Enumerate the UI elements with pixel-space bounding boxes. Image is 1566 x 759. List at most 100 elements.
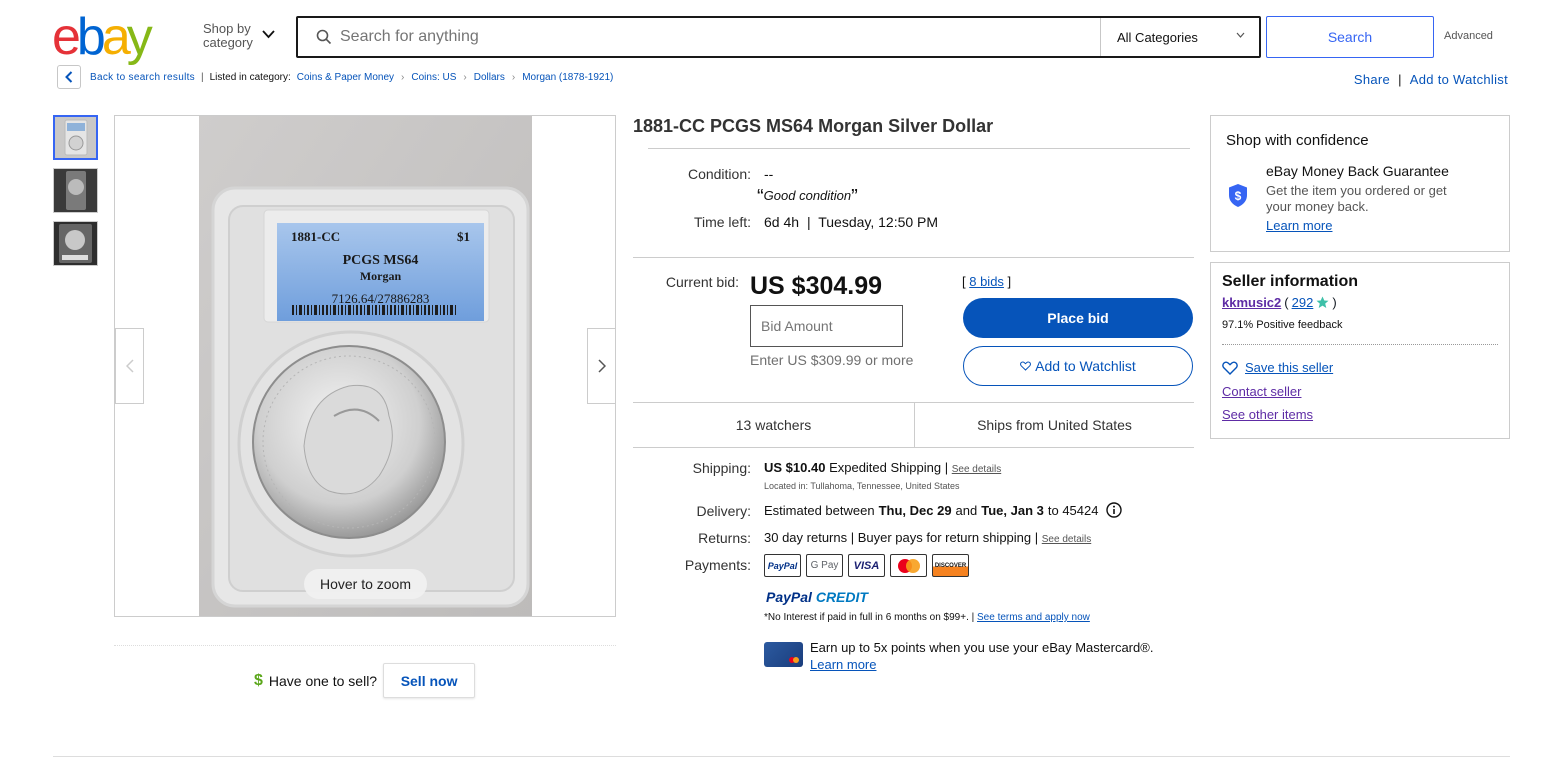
back-button[interactable] xyxy=(57,65,81,89)
mastercard-icon xyxy=(890,554,927,577)
divider xyxy=(1222,344,1498,345)
time-left-value: 6d 4h | Tuesday, 12:50 PM xyxy=(764,214,938,230)
ebay-logo[interactable]: ebay xyxy=(52,8,153,66)
chevron-right-icon: › xyxy=(463,72,467,83)
shop-by-line1: Shop by xyxy=(203,21,251,36)
see-other-items-link[interactable]: See other items xyxy=(1222,407,1313,422)
bids-count-link[interactable]: 8 bids xyxy=(969,274,1004,289)
returns-label: Returns: xyxy=(698,530,751,546)
chevron-right-icon xyxy=(597,359,606,373)
shipping-label: Shipping: xyxy=(692,460,751,476)
top-add-to-watchlist-link[interactable]: Add to Watchlist xyxy=(1410,72,1508,87)
delivery-zip: to 45424 xyxy=(1047,502,1099,518)
breadcrumb-separator: | xyxy=(200,72,204,83)
guarantee-text-line2: your money back. xyxy=(1266,199,1369,214)
watchers-count: 13 watchers xyxy=(735,417,812,433)
shipping-see-details-link[interactable]: See details xyxy=(952,464,1001,475)
search-button[interactable]: Search xyxy=(1266,16,1434,58)
see-terms-link[interactable]: See terms and apply now xyxy=(977,612,1090,623)
logo-letter-e: e xyxy=(52,8,81,66)
coin-slab-photo: 1881-CC $1 PCGS MS64 Morgan 7126.64/2788… xyxy=(199,116,532,616)
sell-now-button[interactable]: Sell now xyxy=(383,663,476,698)
paren-open: ( xyxy=(1284,295,1289,310)
paypal-credit-part2: CREDIT xyxy=(815,589,868,605)
heart-icon xyxy=(1020,361,1032,371)
guarantee-learn-more-link[interactable]: Learn more xyxy=(1266,218,1332,233)
slab-type: Morgan xyxy=(359,269,402,283)
discover-icon: DISCOVER xyxy=(932,554,969,577)
prev-image-button[interactable] xyxy=(115,328,144,404)
returns-see-details-link[interactable]: See details xyxy=(1042,534,1091,545)
minimum-bid-hint: Enter US $309.99 or more xyxy=(750,352,914,368)
save-seller-row[interactable]: Save this seller xyxy=(1222,360,1333,375)
breadcrumb-item-coins-paper-money[interactable]: Coins & Paper Money xyxy=(297,72,394,83)
listed-in-label: Listed in category: xyxy=(209,72,291,83)
delivery-and: and xyxy=(955,502,978,518)
bid-amount-input[interactable] xyxy=(750,305,903,347)
shop-by-line2: category xyxy=(203,35,253,50)
bids-count: [ 8 bids ] xyxy=(962,274,1012,289)
info-icon[interactable] xyxy=(1106,502,1123,518)
paren-close: ) xyxy=(1332,295,1337,310)
breadcrumb-item-coins-us[interactable]: Coins: US xyxy=(411,72,456,83)
back-to-search-link[interactable]: Back to search results xyxy=(90,72,195,83)
delivery-start-date: Thu, Dec 29 xyxy=(878,502,952,518)
paypal-credit-note: *No Interest if paid in full in 6 months… xyxy=(764,612,1090,623)
breadcrumb-item-dollars[interactable]: Dollars xyxy=(474,72,505,83)
delivery-value: Estimated between Thu, Dec 29 and Tue, J… xyxy=(764,502,1123,518)
thumbnail-1[interactable] xyxy=(53,115,98,160)
add-to-watchlist-button[interactable]: Add to Watchlist xyxy=(963,346,1193,386)
divider xyxy=(114,645,616,646)
condition-quote-text: Good condition xyxy=(763,188,852,203)
search-input[interactable] xyxy=(340,19,1080,55)
shipping-price: US $10.40 xyxy=(764,460,826,475)
svg-text:$: $ xyxy=(1235,189,1242,203)
ships-from: Ships from United States xyxy=(977,417,1132,433)
next-image-button[interactable] xyxy=(587,328,616,404)
chevron-down-icon[interactable] xyxy=(262,30,275,39)
thumbnail-3[interactable] xyxy=(53,221,98,266)
interest-note-text: *No Interest if paid in full in 6 months… xyxy=(764,612,975,623)
chevron-left-icon xyxy=(65,71,73,83)
search-bar[interactable]: All Categories xyxy=(296,16,1261,58)
category-select[interactable]: All Categories xyxy=(1100,18,1259,56)
discover-text: DISCOVER xyxy=(934,562,967,569)
mastercard-learn-more-link[interactable]: Learn more xyxy=(810,656,1153,673)
sell-one-row: $ Have one to sell? Sell now xyxy=(254,663,476,698)
guarantee-title: eBay Money Back Guarantee xyxy=(1266,163,1449,179)
paypal-credit-logo: PayPal CREDIT xyxy=(766,589,868,605)
time-left-end: Tuesday, 12:50 PM xyxy=(818,214,939,230)
share-link[interactable]: Share xyxy=(1354,72,1390,87)
chevron-right-icon: › xyxy=(511,72,516,83)
returns-text: 30 day returns | Buyer pays for return s… xyxy=(764,530,1039,545)
condition-quote: “Good condition” xyxy=(757,186,858,208)
breadcrumb-item-morgan[interactable]: Morgan (1878-1921) xyxy=(522,72,613,83)
item-location: Located in: Tullahoma, Tennessee, United… xyxy=(764,481,960,491)
delivery-end-date: Tue, Jan 3 xyxy=(981,502,1044,518)
save-this-seller-link[interactable]: Save this seller xyxy=(1245,360,1333,375)
seller-score-link[interactable]: 292 xyxy=(1292,295,1314,310)
contact-seller-link[interactable]: Contact seller xyxy=(1222,384,1301,399)
guarantee-text: Get the item you ordered or get your mon… xyxy=(1266,183,1447,215)
separator: | xyxy=(1398,72,1402,87)
divider xyxy=(633,447,1194,448)
chevron-down-icon xyxy=(1236,32,1245,38)
seller-info-title: Seller information xyxy=(1222,273,1359,290)
payment-methods: PayPal G Pay VISA DISCOVER xyxy=(764,554,969,577)
shop-by-category-button[interactable]: Shop by category xyxy=(203,22,253,50)
time-left-duration: 6d 4h xyxy=(764,214,800,230)
shipping-method: Expedited Shipping xyxy=(829,460,942,475)
dollar-icon: $ xyxy=(254,671,263,689)
place-bid-button[interactable]: Place bid xyxy=(963,298,1193,338)
thumbnail-2[interactable] xyxy=(53,168,98,213)
separator: | xyxy=(806,214,811,230)
seller-name-link[interactable]: kkmusic2 xyxy=(1222,295,1281,310)
payments-label: Payments: xyxy=(684,557,751,573)
guarantee-text-line1: Get the item you ordered or get xyxy=(1266,183,1447,198)
chevron-right-icon: › xyxy=(401,72,405,83)
separator: | xyxy=(944,460,949,475)
current-bid-label: Current bid: xyxy=(665,274,739,290)
advanced-search-link[interactable]: Advanced xyxy=(1444,30,1493,42)
breadcrumb: Back to search results | Listed in categ… xyxy=(90,72,613,83)
main-image-frame[interactable]: 1881-CC $1 PCGS MS64 Morgan 7126.64/2788… xyxy=(114,115,616,617)
